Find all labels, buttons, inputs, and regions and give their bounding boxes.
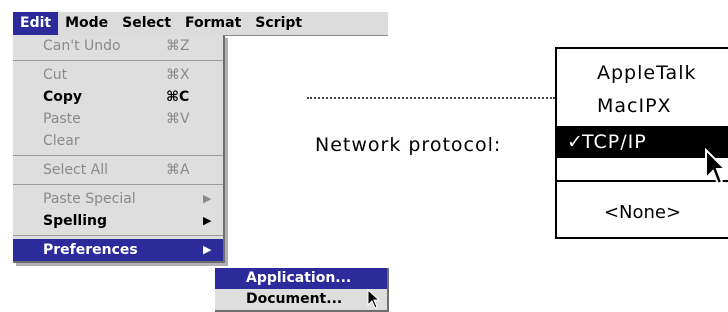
- option-label: MacIPX: [597, 95, 672, 117]
- shortcut-label: ⌘V: [166, 111, 190, 127]
- menu-item-label: Can't Undo: [43, 38, 121, 54]
- menu-item-label: Clear: [43, 133, 80, 149]
- submenu-item-application[interactable]: Application...: [215, 268, 387, 289]
- option-tcpip-selected[interactable]: ✓TCP/IP: [557, 126, 728, 158]
- network-protocol-popup[interactable]: AppleTalk MacIPX ✓TCP/IP <None>: [555, 47, 728, 239]
- chevron-right-icon: ▶: [203, 214, 212, 227]
- menu-format[interactable]: Format: [178, 12, 248, 35]
- option-label: TCP/IP: [582, 131, 647, 153]
- menu-item-label: Paste Special: [43, 191, 136, 207]
- arrow-pointer-icon: [367, 289, 381, 309]
- menu-item-copy[interactable]: Copy ⌘C: [13, 86, 223, 108]
- menu-divider: [13, 155, 223, 156]
- option-none[interactable]: <None>: [557, 202, 728, 223]
- chevron-right-icon: ▶: [203, 243, 212, 256]
- arrow-pointer-icon: [705, 148, 726, 186]
- menu-bar: Edit Mode Select Format Script: [13, 12, 388, 36]
- menu-item-paste: Paste ⌘V: [13, 108, 223, 130]
- submenu-item-document[interactable]: Document...: [215, 289, 387, 310]
- menu-item-label: Cut: [43, 67, 68, 83]
- option-appletalk[interactable]: AppleTalk: [557, 57, 728, 89]
- menu-item-label: Copy: [43, 89, 83, 105]
- menu-item-preferences[interactable]: Preferences ▶: [13, 239, 223, 261]
- menu-script[interactable]: Script: [248, 12, 309, 35]
- checkmark-icon: ✓: [567, 131, 584, 153]
- menu-item-cant-undo: Can't Undo ⌘Z: [13, 35, 223, 57]
- menu-divider: [13, 184, 223, 185]
- menu-item-spelling[interactable]: Spelling ▶: [13, 210, 223, 232]
- shortcut-label: ⌘C: [166, 89, 190, 105]
- menu-item-label: Select All: [43, 162, 108, 178]
- menu-item-label: Paste: [43, 111, 81, 127]
- menu-item-select-all: Select All ⌘A: [13, 159, 223, 181]
- menu-divider: [13, 60, 223, 61]
- menu-divider: [13, 235, 223, 236]
- chevron-right-icon: ▶: [203, 192, 212, 205]
- network-protocol-label: Network protocol:: [315, 134, 502, 156]
- shortcut-label: ⌘A: [166, 162, 190, 178]
- menu-item-paste-special: Paste Special ▶: [13, 188, 223, 210]
- menu-item-label: Spelling: [43, 213, 107, 229]
- shortcut-label: ⌘Z: [166, 38, 190, 54]
- edit-menu-dropdown: Can't Undo ⌘Z Cut ⌘X Copy ⌘C Paste ⌘V Cl…: [13, 35, 225, 263]
- menu-mode[interactable]: Mode: [58, 12, 115, 35]
- menu-item-clear: Clear: [13, 130, 223, 152]
- option-label: AppleTalk: [597, 62, 697, 84]
- preferences-submenu: Application... Document...: [215, 268, 389, 312]
- option-macipx[interactable]: MacIPX: [557, 90, 728, 122]
- dotted-leader-line: [307, 97, 555, 99]
- menu-edit[interactable]: Edit: [13, 12, 59, 35]
- menu-item-cut: Cut ⌘X: [13, 64, 223, 86]
- popup-divider: [557, 180, 728, 182]
- shortcut-label: ⌘X: [166, 67, 190, 83]
- menu-item-label: Preferences: [43, 242, 138, 258]
- menu-select[interactable]: Select: [115, 12, 178, 35]
